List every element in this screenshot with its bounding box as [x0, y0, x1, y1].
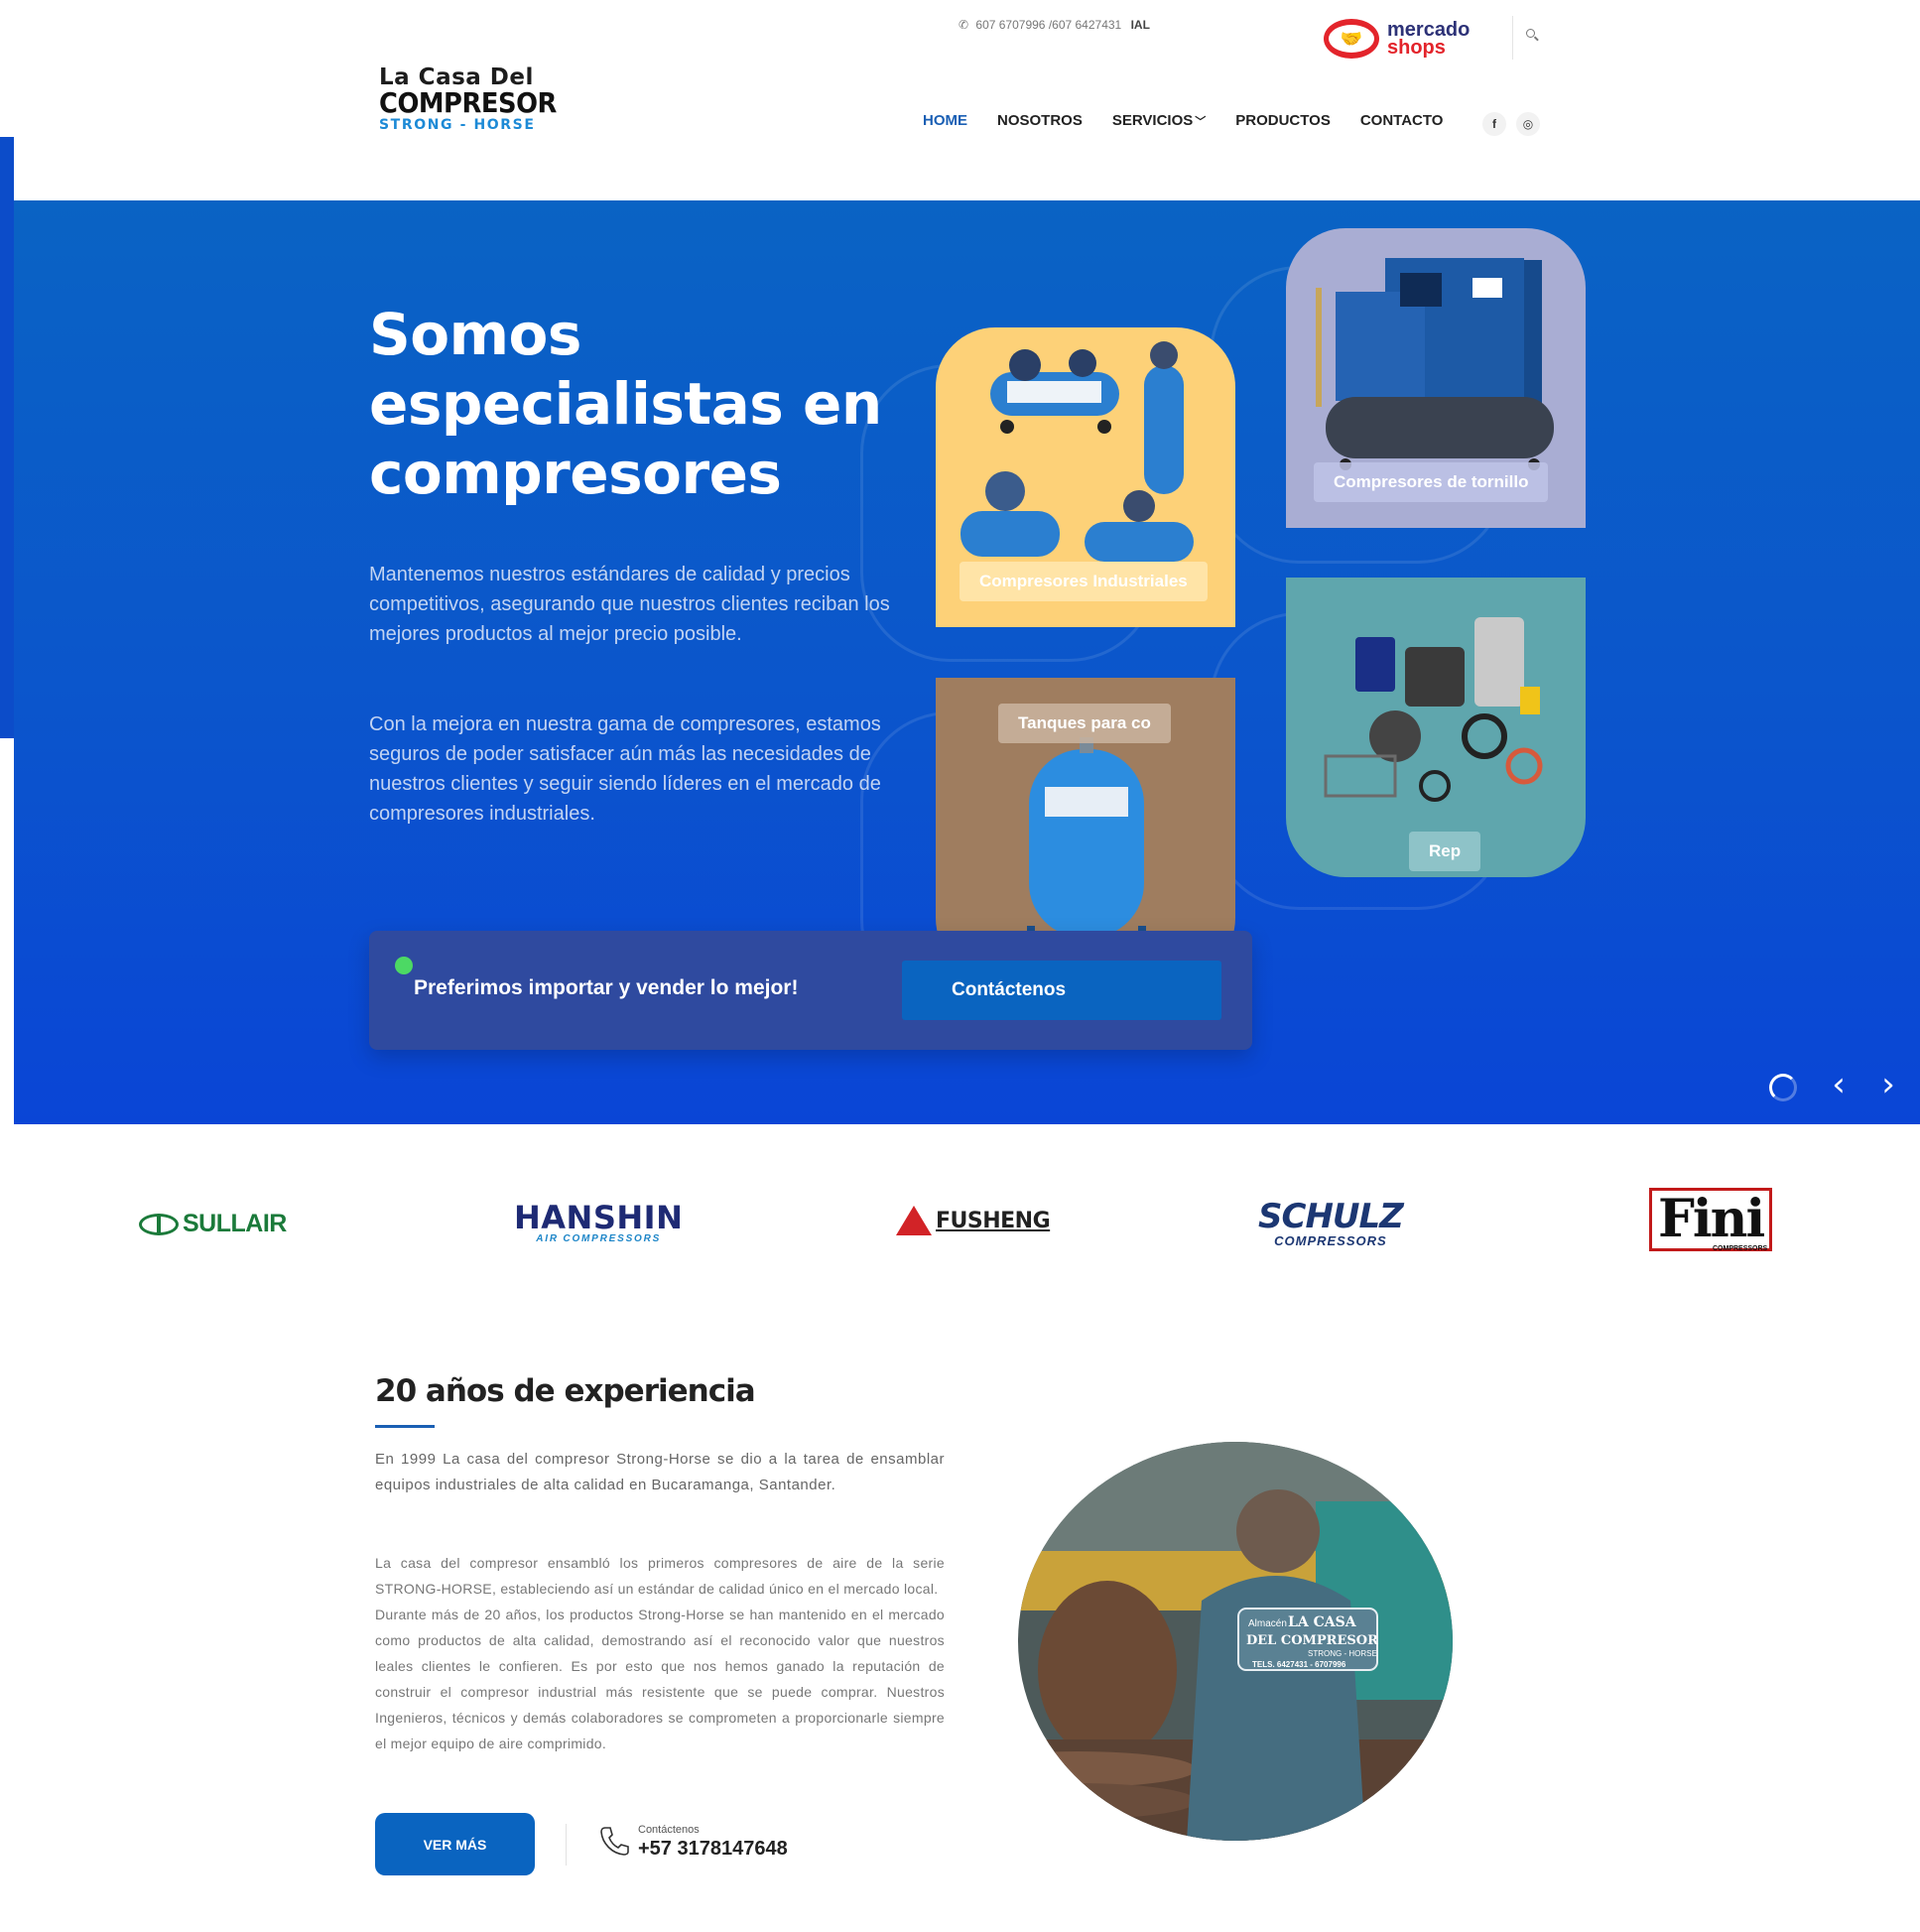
about-body: La casa del compresor ensambló los prime… [375, 1550, 945, 1756]
card-repuestos[interactable]: Rep [1286, 578, 1586, 877]
brand-hanshin[interactable]: HANSHIN AIR COMPRESSORS [514, 1202, 683, 1244]
jacket-text-line3: STRONG - HORSE [1308, 1649, 1377, 1658]
card-label-repuestos: Rep [1409, 832, 1481, 871]
contact-button[interactable]: Contáctenos [902, 961, 1221, 1020]
callout-text: Preferimos importar y vender lo mejor! [414, 976, 799, 999]
brand-sullair[interactable]: SULLAIR [139, 1210, 287, 1238]
header-divider [1512, 16, 1513, 60]
left-accent-bar [0, 137, 14, 738]
hero-title: Somos especialistas en compresores [369, 301, 882, 507]
brand-hanshin-sub: AIR COMPRESSORS [536, 1233, 662, 1244]
site-logo[interactable]: La Casa Del COMPRESOR STRONG - HORSE [379, 65, 577, 133]
nav-productos[interactable]: PRODUCTOS [1235, 112, 1331, 129]
topbar-phone[interactable]: ✆ 607 6707996 /607 6427431 IAL [959, 18, 1150, 32]
nav-nosotros[interactable]: NOSOTROS [997, 112, 1083, 129]
logo-line3: STRONG - HORSE [379, 117, 536, 133]
nav-home[interactable]: HOME [923, 112, 967, 129]
chevron-down-icon: ﹀ [1195, 116, 1207, 128]
nav-servicios-label: SERVICIOS [1111, 112, 1194, 129]
phone-icon [600, 1827, 629, 1856]
workshop-illustration: Almacén LA CASA DEL COMPRESOR STRONG - H… [1018, 1442, 1453, 1841]
brand-schulz[interactable]: SCHULZ COMPRESSORS [1258, 1197, 1404, 1248]
facebook-icon[interactable]: f [1482, 112, 1506, 136]
brand-fini[interactable]: Fini COMPRESSORS [1649, 1188, 1773, 1252]
nav-servicios[interactable]: SERVICIOS ﹀ [1112, 112, 1206, 129]
mercado-shops-link[interactable]: 🤝 mercado shops [1324, 14, 1482, 64]
slider-prev-arrow[interactable]: ‹ [1824, 1068, 1854, 1105]
brand-fini-sub: COMPRESSORS [1713, 1245, 1768, 1252]
contact-label: Contáctenos [638, 1824, 700, 1836]
topbar-phone-number: 607 6707996 /607 6427431 [975, 18, 1122, 32]
ver-mas-button[interactable]: VER MÁS [375, 1813, 535, 1875]
hero-paragraph-2: Con la mejora en nuestra gama de compres… [369, 713, 881, 825]
brand-fusheng-name: FUSHENG [936, 1208, 1051, 1233]
instagram-icon[interactable]: ◎ [1516, 112, 1540, 136]
brand-hanshin-name: HANSHIN [514, 1199, 684, 1236]
topbar-phone-suffix: IAL [1130, 18, 1150, 32]
slider-progress-indicator [1769, 1074, 1797, 1101]
hero-slider: Somos especialistas en compresores Mante… [14, 200, 1920, 1124]
fusheng-triangle-icon [896, 1206, 932, 1235]
contact-divider [566, 1824, 567, 1866]
brand-schulz-sub: COMPRESSORS [1274, 1233, 1387, 1248]
card-compresores-tornillo[interactable]: Compresores de tornillo [1286, 228, 1586, 528]
mercado-shops-wordmark: mercado shops [1387, 20, 1470, 59]
about-body-paragraph-2: Durante más de 20 años, los productos St… [375, 1607, 945, 1751]
card-compresores-industriales[interactable]: Compresores Industriales [936, 327, 1235, 627]
jacket-text-line0: Almacén [1248, 1618, 1287, 1629]
sullair-mark-icon [139, 1213, 179, 1235]
hero-callout: Preferimos importar y vender lo mejor! C… [369, 931, 1252, 1050]
search-icon[interactable] [1525, 28, 1541, 44]
workshop-photo: Almacén LA CASA DEL COMPRESOR STRONG - H… [1018, 1442, 1453, 1841]
logo-line2: COMPRESOR [379, 86, 557, 119]
slider-next-arrow[interactable]: › [1873, 1068, 1903, 1105]
brand-logos: SULLAIR HANSHIN AIR COMPRESSORS FUSHENG … [0, 1124, 1920, 1283]
hero-paragraph-1: Mantenemos nuestros estándares de calida… [369, 564, 890, 645]
about-body-paragraph-1: La casa del compresor ensambló los prime… [375, 1555, 945, 1597]
brand-sullair-name: SULLAIR [183, 1210, 287, 1237]
jacket-text-line4: TELS. 6427431 - 6707996 [1252, 1660, 1346, 1669]
status-dot [395, 957, 413, 974]
mercado-shops-line2: shops [1387, 37, 1446, 59]
card-label-tanques: Tanques para co [998, 704, 1171, 743]
main-nav: HOME NOSOTROS SERVICIOS ﹀ PRODUCTOS CONTA… [923, 112, 1443, 129]
brand-schulz-name: SCHULZ [1258, 1197, 1404, 1236]
about-title-underline [375, 1425, 435, 1428]
about-title: 20 años de experiencia [375, 1373, 756, 1409]
nav-contacto[interactable]: CONTACTO [1360, 112, 1444, 129]
card-label-tornillo: Compresores de tornillo [1314, 462, 1549, 502]
handshake-icon: 🤝 [1324, 19, 1379, 59]
about-lead: En 1999 La casa del compresor Strong-Hor… [375, 1451, 945, 1493]
social-links: f ◎ [1482, 112, 1540, 136]
contact-phone-number[interactable]: +57 3178147648 [638, 1838, 788, 1861]
phone-icon: ✆ [959, 18, 969, 32]
brand-fusheng[interactable]: FUSHENG [896, 1206, 1051, 1235]
brand-fini-name: Fini [1658, 1189, 1765, 1249]
jacket-text-line1: LA CASA [1288, 1614, 1357, 1630]
card-label-industriales: Compresores Industriales [960, 562, 1208, 601]
jacket-text-line2: DEL COMPRESOR [1246, 1633, 1378, 1648]
